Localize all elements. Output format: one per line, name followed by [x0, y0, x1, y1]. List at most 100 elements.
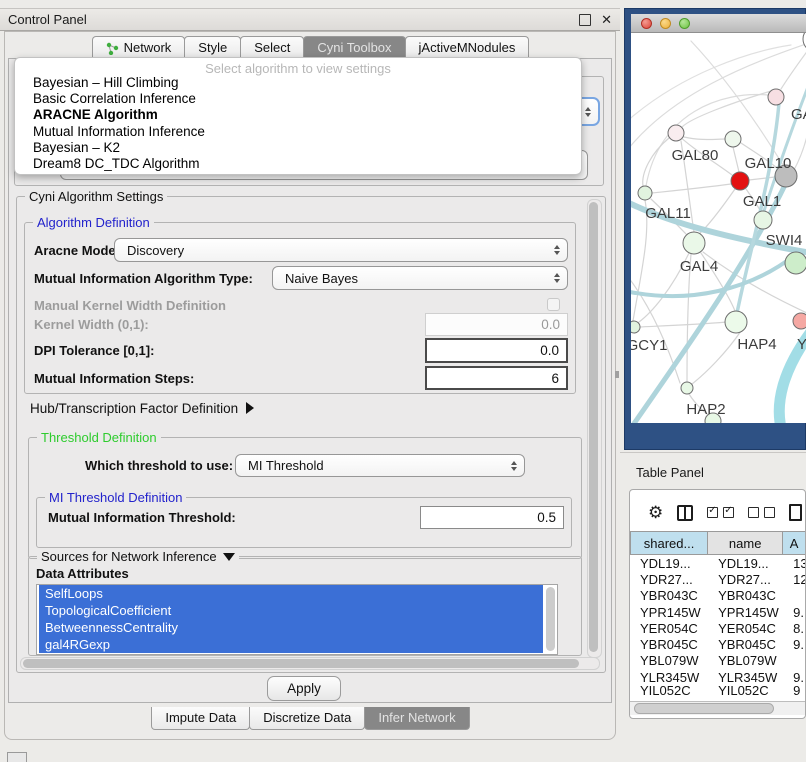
mi-steps-field[interactable]: 6	[425, 366, 568, 390]
zoom-traffic-light[interactable]	[679, 18, 690, 29]
settings-horizontal-scrollbar[interactable]	[20, 657, 600, 670]
mi-threshold-value: 0.5	[537, 510, 556, 525]
table-row[interactable]: YBR043C YBR043C	[630, 588, 805, 604]
column-header-shared[interactable]: shared...	[630, 532, 708, 554]
table-row[interactable]: YLR345W YLR345W 9.	[630, 669, 805, 685]
hub-section-toggle[interactable]: Hub/Transcription Factor Definition	[30, 400, 254, 416]
network-view[interactable]: GAL GAL80 GAL10 GAL1 GAL11 SWI4 GAL4 GCY…	[631, 33, 806, 423]
network-window-titlebar[interactable]	[631, 14, 806, 33]
node-green-right[interactable]	[785, 252, 806, 274]
attribute-item-selected[interactable]: TopologicalCoefficient	[39, 602, 543, 619]
dpi-tolerance-field[interactable]: 0.0	[425, 338, 568, 363]
cell-value: 9.	[783, 637, 805, 652]
sources-title-row[interactable]: Sources for Network Inference	[37, 549, 239, 564]
tab-style[interactable]: Style	[184, 36, 241, 59]
apply-button[interactable]: Apply	[267, 676, 341, 701]
tab-select[interactable]: Select	[240, 36, 304, 59]
dpi-tolerance-label: DPI Tolerance [0,1]:	[34, 339, 154, 362]
cell-shared-name: YDR27...	[630, 572, 708, 587]
attribute-item-selected[interactable]: gal4RGexp	[39, 636, 543, 653]
popup-item[interactable]: Bayesian – K2	[15, 140, 581, 156]
table-row[interactable]: YPR145W YPR145W 9.	[630, 604, 805, 620]
node-label: HAP2	[686, 401, 725, 418]
column-header-partial[interactable]: A	[783, 532, 805, 554]
file-icon[interactable]	[789, 504, 802, 521]
node-gcy1[interactable]	[631, 321, 640, 333]
minimized-panel-icon[interactable]	[7, 752, 27, 762]
close-traffic-light[interactable]	[641, 18, 652, 29]
network-labels: GAL GAL80 GAL10 GAL1 GAL11 SWI4 GAL4 GCY…	[631, 106, 806, 418]
popup-item[interactable]: Dream8 DC_TDC Algorithm	[15, 156, 581, 172]
network-graph[interactable]: GAL GAL80 GAL10 GAL1 GAL11 SWI4 GAL4 GCY…	[631, 33, 806, 423]
table-horizontal-scrollbar[interactable]	[630, 701, 805, 715]
popup-item-selected[interactable]: ARACNE Algorithm	[15, 107, 581, 123]
node-gal-top[interactable]	[768, 89, 784, 105]
select-all-icon[interactable]	[707, 507, 734, 518]
cell-name: YIL052C	[708, 685, 783, 695]
table-row[interactable]: YBR045C YBR045C 9.	[630, 636, 805, 652]
split-columns-icon[interactable]	[677, 505, 693, 521]
attribute-item-selected[interactable]: BetweennessCentrality	[39, 619, 543, 636]
stepper-icon	[511, 461, 517, 471]
mi-threshold-field[interactable]: 0.5	[420, 506, 564, 529]
manual-kernel-checkbox[interactable]	[547, 298, 560, 311]
node-gal80[interactable]	[668, 125, 684, 141]
attribute-item-selected[interactable]: SelfLoops	[39, 585, 543, 602]
deselect-all-icon[interactable]	[748, 507, 775, 518]
tab-cyni-toolbox[interactable]: Cyni Toolbox	[303, 36, 405, 59]
splitpane-handle[interactable]	[615, 371, 619, 378]
scrollbar-thumb[interactable]	[589, 202, 598, 652]
tab-impute-data[interactable]: Impute Data	[151, 707, 250, 730]
tab-network[interactable]: Network	[92, 36, 186, 59]
network-nodes[interactable]	[631, 33, 806, 423]
scrollbar-thumb[interactable]	[23, 659, 579, 668]
node-gal11[interactable]	[638, 186, 652, 200]
tab-jactivemnodules[interactable]: jActiveMNodules	[405, 36, 530, 59]
list-scrollbar-thumb[interactable]	[546, 587, 555, 651]
data-attributes-list[interactable]: SelfLoops TopologicalCoefficient Between…	[36, 584, 558, 655]
table-row[interactable]: YBL079W YBL079W	[630, 653, 805, 669]
popup-item[interactable]: Basic Correlation Inference	[15, 91, 581, 107]
table-row[interactable]: YER054C YER054C 8.	[630, 620, 805, 636]
node-swi4[interactable]	[754, 211, 772, 229]
tab-infer-network[interactable]: Infer Network	[364, 707, 469, 730]
gear-icon[interactable]: ⚙	[648, 504, 663, 521]
table-row[interactable]: YIL052C YIL052C 9	[630, 685, 805, 695]
table-row[interactable]: YDR27... YDR27... 12	[630, 571, 805, 587]
node-gal10[interactable]	[725, 131, 741, 147]
node-hap4[interactable]	[725, 311, 747, 333]
top-tab-bar: Network Style Select Cyni Toolbox jActiv…	[8, 36, 612, 59]
node-salmon[interactable]	[793, 313, 806, 329]
node-label: GAL1	[743, 193, 781, 210]
close-icon[interactable]: ✕	[601, 15, 612, 25]
popup-hint: Select algorithm to view settings	[15, 58, 581, 75]
stepper-icon	[554, 273, 560, 283]
node-gal4[interactable]	[683, 232, 705, 254]
control-panel-titlebar: Control Panel ✕	[0, 8, 620, 31]
minimize-traffic-light[interactable]	[660, 18, 671, 29]
column-header-name[interactable]: name	[708, 532, 783, 554]
popup-item[interactable]: Mutual Information Inference	[15, 124, 581, 140]
popup-item[interactable]: Bayesian – Hill Climbing	[15, 75, 581, 91]
which-threshold-combo[interactable]: MI Threshold	[235, 454, 525, 477]
node-hap2[interactable]	[681, 382, 693, 394]
settings-vertical-scrollbar[interactable]	[587, 199, 602, 658]
table-row[interactable]: YDL19... YDL19... 13	[630, 555, 805, 571]
tab-label: Impute Data	[165, 707, 236, 729]
kernel-width-label: Kernel Width (0,1):	[34, 313, 149, 336]
cell-name: YLR345W	[708, 670, 783, 685]
scrollbar-thumb[interactable]	[634, 703, 774, 714]
node-label: GCY1	[631, 337, 667, 354]
tab-discretize-data[interactable]: Discretize Data	[249, 707, 365, 730]
mi-type-combo[interactable]: Naive Bayes	[272, 266, 568, 290]
kernel-width-field[interactable]: 0.0	[425, 313, 568, 336]
node-label: GAL80	[672, 147, 719, 164]
node-gal1[interactable]	[731, 172, 749, 190]
float-window-icon[interactable]	[579, 14, 591, 26]
expand-arrow-icon	[246, 402, 254, 414]
network-icon	[106, 42, 119, 55]
sources-title: Sources for Network Inference	[41, 549, 217, 564]
tab-label: Infer Network	[378, 707, 455, 729]
aracne-mode-combo[interactable]: Discovery	[114, 238, 568, 262]
table-body[interactable]: YDL19... YDL19... 13 YDR27... YDR27... 1…	[630, 555, 805, 695]
